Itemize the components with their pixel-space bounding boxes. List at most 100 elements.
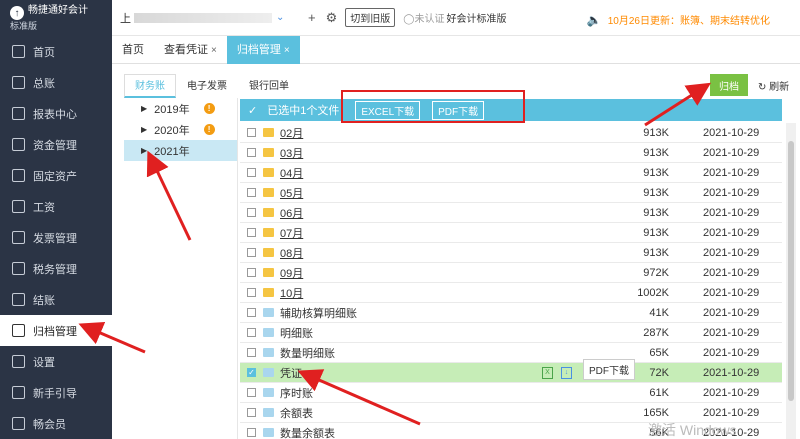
scrollbar-thumb[interactable] <box>788 141 794 401</box>
add-icon[interactable]: + <box>308 10 316 25</box>
close-icon[interactable]: × <box>211 45 217 56</box>
company-selector[interactable]: 上 ⌄ <box>120 7 298 29</box>
table-row[interactable]: ✓ 凭证 72K 2021-10-29 X ↓ PDF下载 <box>240 359 782 383</box>
table-row[interactable]: 03月 913K 2021-10-29 <box>240 143 782 163</box>
table-row[interactable]: 数量明细账 65K 2021-10-29 <box>240 343 782 363</box>
sidebar-item[interactable]: 资金管理 <box>0 129 112 160</box>
row-checkbox[interactable] <box>247 308 256 317</box>
file-date: 2021-10-29 <box>703 366 760 379</box>
sidebar-item[interactable]: 设置 <box>0 346 112 377</box>
tree-item-year[interactable]: ▶ 2021年 <box>124 140 237 161</box>
tree-item-year[interactable]: ▶ 2019年! <box>124 98 237 119</box>
table-row[interactable]: 05月 913K 2021-10-29 <box>240 183 782 203</box>
table-row[interactable]: 08月 913K 2021-10-29 <box>240 243 782 263</box>
row-checkbox[interactable] <box>247 388 256 397</box>
file-name[interactable]: 08月 <box>280 245 303 261</box>
close-icon[interactable]: × <box>284 45 290 56</box>
row-checkbox[interactable] <box>247 188 256 197</box>
sidebar-item[interactable]: 税务管理 <box>0 253 112 284</box>
sidebar-item[interactable]: 工资 <box>0 191 112 222</box>
sidebar-item[interactable]: 总账 <box>0 67 112 98</box>
file-icon <box>263 388 274 397</box>
file-name[interactable]: 03月 <box>280 145 303 161</box>
subtab[interactable]: 财务账 <box>124 74 176 98</box>
file-name[interactable]: 05月 <box>280 185 303 201</box>
check-icon: ✓ <box>248 104 258 117</box>
tab[interactable]: 首页 <box>112 36 154 64</box>
file-name[interactable]: 02月 <box>280 125 303 141</box>
tab-label: 首页 <box>122 44 144 56</box>
member-icon <box>12 417 25 430</box>
logo-text: 畅捷通好会计 <box>28 5 88 16</box>
sidebar-item[interactable]: 报表中心 <box>0 98 112 129</box>
gear-icon[interactable]: ⚙ <box>326 10 338 26</box>
guide-icon <box>12 386 25 399</box>
gear-icon <box>12 355 25 368</box>
archive-subtabs: 财务账 电子发票 银行回单 <box>124 74 300 98</box>
tree-item-year[interactable]: ▶ 2020年! <box>124 119 237 140</box>
row-checkbox[interactable] <box>247 208 256 217</box>
sidebar-item[interactable]: 发票管理 <box>0 222 112 253</box>
chevron-down-icon[interactable]: ⌄ <box>276 12 284 23</box>
table-row[interactable]: 辅助核算明细账 41K 2021-10-29 <box>240 303 782 323</box>
row-checkbox[interactable] <box>247 168 256 177</box>
folder-icon <box>263 188 274 197</box>
row-checkbox[interactable] <box>247 268 256 277</box>
row-checkbox[interactable]: ✓ <box>247 368 256 377</box>
warning-badge: ! <box>203 124 215 135</box>
sidebar-item[interactable]: 畅会员 <box>0 408 112 439</box>
sidebar-item[interactable]: 新手引导 <box>0 377 112 408</box>
tab[interactable]: 查看凭证 × <box>154 36 227 64</box>
sidebar-item[interactable]: 结账 <box>0 284 112 315</box>
refresh-button[interactable]: ↻ 刷新 <box>758 78 789 93</box>
row-checkbox[interactable] <box>247 248 256 257</box>
table-row[interactable]: 09月 972K 2021-10-29 <box>240 263 782 283</box>
subtab[interactable]: 银行回单 <box>238 74 300 98</box>
pdf-download-icon[interactable]: ↓ <box>561 366 572 379</box>
table-row[interactable]: 序时账 61K 2021-10-29 <box>240 383 782 403</box>
row-checkbox[interactable] <box>247 228 256 237</box>
caret-right-icon[interactable]: ▶ <box>141 125 147 134</box>
sidebar-item[interactable]: 首页 <box>0 36 112 67</box>
table-row[interactable]: 07月 913K 2021-10-29 <box>240 223 782 243</box>
file-name[interactable]: 06月 <box>280 205 303 221</box>
file-name: 余额表 <box>280 407 313 420</box>
archive-button[interactable]: 归档 <box>710 74 748 96</box>
file-name[interactable]: 10月 <box>280 285 303 301</box>
caret-right-icon[interactable]: ▶ <box>141 104 147 113</box>
row-checkbox[interactable] <box>247 148 256 157</box>
file-name[interactable]: 04月 <box>280 165 303 181</box>
excel-download-icon[interactable]: X <box>542 366 553 379</box>
os-watermark: 激活 Windows <box>648 422 737 438</box>
pdf-download-button[interactable]: PDF下载 <box>432 100 485 120</box>
caret-right-icon[interactable]: ▶ <box>141 146 147 155</box>
table-row[interactable]: 02月 913K 2021-10-29 <box>240 123 782 143</box>
warning-badge: ! <box>203 103 215 114</box>
switch-old-version-button[interactable]: 切到旧版 <box>345 8 396 27</box>
archive-icon <box>12 324 25 337</box>
row-checkbox[interactable] <box>247 348 256 357</box>
table-scrollbar[interactable] <box>786 123 796 439</box>
table-row[interactable]: 06月 913K 2021-10-29 <box>240 203 782 223</box>
top-bar: 上 ⌄ + ⚙ 切到旧版 ◯未认证 好会计标准版 🔈 10月26日更新：账簿、期… <box>112 0 800 36</box>
file-size: 72K <box>649 366 669 379</box>
table-row[interactable]: 明细账 287K 2021-10-29 <box>240 323 782 343</box>
sidebar-item[interactable]: 固定资产 <box>0 160 112 191</box>
file-name: 数量余额表 <box>280 427 335 439</box>
row-checkbox[interactable] <box>247 288 256 297</box>
row-checkbox[interactable] <box>247 428 256 437</box>
table-row[interactable]: 10月 1002K 2021-10-29 <box>240 283 782 303</box>
row-checkbox[interactable] <box>247 128 256 137</box>
update-notice[interactable]: 🔈 10月26日更新：账簿、期末结转优化 <box>587 12 770 28</box>
subtab[interactable]: 电子发票 <box>176 74 238 98</box>
excel-download-button[interactable]: EXCEL下载 <box>355 100 421 120</box>
sidebar-item[interactable]: 归档管理 <box>0 315 112 346</box>
sidebar-item-label: 结账 <box>33 294 55 307</box>
row-checkbox[interactable] <box>247 328 256 337</box>
file-name[interactable]: 09月 <box>280 265 303 281</box>
table-row[interactable]: 04月 913K 2021-10-29 <box>240 163 782 183</box>
file-name[interactable]: 07月 <box>280 225 303 241</box>
app-logo: ↑ 畅捷通好会计 标准版 <box>0 0 112 36</box>
row-checkbox[interactable] <box>247 408 256 417</box>
tab[interactable]: 归档管理 × <box>226 36 300 64</box>
